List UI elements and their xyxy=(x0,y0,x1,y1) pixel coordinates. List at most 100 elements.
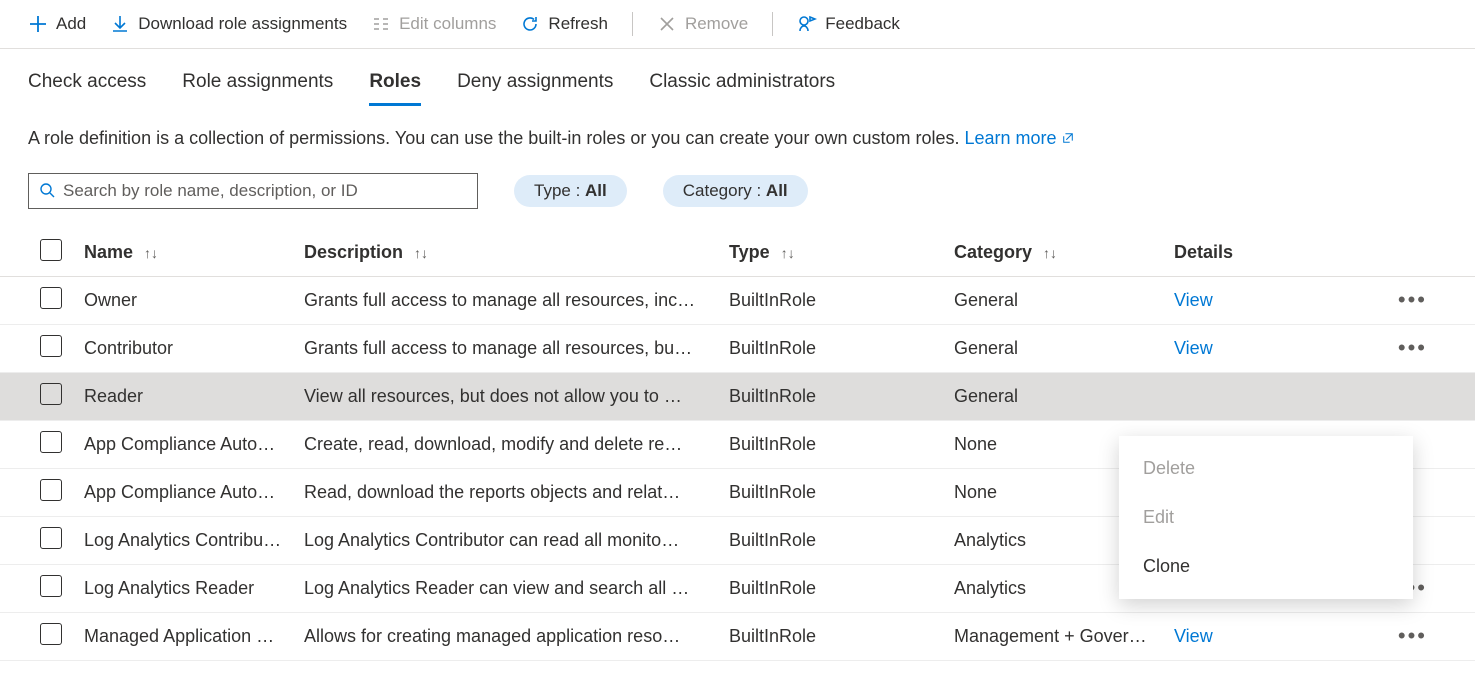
tab-role-assignments[interactable]: Role assignments xyxy=(182,71,333,106)
row-details: View xyxy=(1174,626,1374,647)
search-input[interactable] xyxy=(63,181,467,201)
filters-row: Type : All Category : All xyxy=(0,149,1475,229)
filter-category-label: Category : xyxy=(683,181,766,200)
header-details: Details xyxy=(1174,242,1374,263)
x-icon xyxy=(657,14,677,34)
tab-check-access[interactable]: Check access xyxy=(28,71,146,106)
select-all-checkbox[interactable] xyxy=(40,239,62,261)
edit-columns-button[interactable]: Edit columns xyxy=(371,14,496,34)
header-category[interactable]: Category ↑↓ xyxy=(954,242,1174,263)
context-menu: Delete Edit Clone xyxy=(1119,436,1413,599)
row-name: Owner xyxy=(84,290,304,311)
sort-icon: ↑↓ xyxy=(414,245,428,261)
plus-icon xyxy=(28,14,48,34)
remove-label: Remove xyxy=(685,14,748,34)
row-description: Grants full access to manage all resourc… xyxy=(304,338,729,359)
download-label: Download role assignments xyxy=(138,14,347,34)
tabs: Check access Role assignments Roles Deny… xyxy=(0,49,1475,106)
row-name: Log Analytics Contribu… xyxy=(84,530,304,551)
toolbar-separator xyxy=(632,12,633,36)
header-name[interactable]: Name ↑↓ xyxy=(84,242,304,263)
row-category: General xyxy=(954,386,1174,407)
menu-edit[interactable]: Edit xyxy=(1119,493,1413,542)
filter-type-pill[interactable]: Type : All xyxy=(514,175,627,207)
row-description: Log Analytics Contributor can read all m… xyxy=(304,530,729,551)
refresh-label: Refresh xyxy=(548,14,608,34)
row-checkbox[interactable] xyxy=(40,287,62,309)
view-link[interactable]: View xyxy=(1174,626,1213,646)
view-link[interactable]: View xyxy=(1174,338,1213,358)
toolbar-separator-2 xyxy=(772,12,773,36)
more-actions-icon[interactable]: ••• xyxy=(1398,335,1427,360)
search-icon xyxy=(39,182,55,201)
description-content: A role definition is a collection of per… xyxy=(28,128,965,148)
download-icon xyxy=(110,14,130,34)
remove-button[interactable]: Remove xyxy=(657,14,748,34)
row-checkbox[interactable] xyxy=(40,623,62,645)
row-checkbox[interactable] xyxy=(40,479,62,501)
row-category: Management + Gover… xyxy=(954,626,1174,647)
row-type: BuiltInRole xyxy=(729,290,954,311)
row-name: App Compliance Auto… xyxy=(84,434,304,455)
row-type: BuiltInRole xyxy=(729,530,954,551)
row-checkbox[interactable] xyxy=(40,527,62,549)
header-description[interactable]: Description ↑↓ xyxy=(304,242,729,263)
table-row[interactable]: Managed Application … Allows for creatin… xyxy=(0,613,1475,661)
table-row[interactable]: Owner Grants full access to manage all r… xyxy=(0,277,1475,325)
feedback-icon xyxy=(797,14,817,34)
row-details: View xyxy=(1174,338,1374,359)
table-row[interactable]: Reader View all resources, but does not … xyxy=(0,373,1475,421)
menu-delete[interactable]: Delete xyxy=(1119,444,1413,493)
filter-type-label: Type : xyxy=(534,181,585,200)
row-details: View xyxy=(1174,290,1374,311)
tab-classic-administrators[interactable]: Classic administrators xyxy=(649,71,835,106)
add-label: Add xyxy=(56,14,86,34)
external-link-icon xyxy=(1062,128,1076,142)
view-link[interactable]: View xyxy=(1174,290,1213,310)
learn-more-link[interactable]: Learn more xyxy=(965,128,1076,148)
row-name: Reader xyxy=(84,386,304,407)
row-name: App Compliance Auto… xyxy=(84,482,304,503)
row-name: Contributor xyxy=(84,338,304,359)
row-checkbox[interactable] xyxy=(40,575,62,597)
row-type: BuiltInRole xyxy=(729,626,954,647)
search-input-wrapper[interactable] xyxy=(28,173,478,209)
more-actions-icon[interactable]: ••• xyxy=(1398,287,1427,312)
filter-type-value: All xyxy=(585,181,607,200)
refresh-button[interactable]: Refresh xyxy=(520,14,608,34)
table-row[interactable]: Contributor Grants full access to manage… xyxy=(0,325,1475,373)
columns-icon xyxy=(371,14,391,34)
feedback-button[interactable]: Feedback xyxy=(797,14,900,34)
row-description: Read, download the reports objects and r… xyxy=(304,482,729,503)
filter-category-pill[interactable]: Category : All xyxy=(663,175,808,207)
row-name: Log Analytics Reader xyxy=(84,578,304,599)
row-category: General xyxy=(954,290,1174,311)
table-header: Name ↑↓ Description ↑↓ Type ↑↓ Category … xyxy=(0,229,1475,277)
refresh-icon xyxy=(520,14,540,34)
sort-icon: ↑↓ xyxy=(1043,245,1057,261)
header-type[interactable]: Type ↑↓ xyxy=(729,242,954,263)
sort-icon: ↑↓ xyxy=(781,245,795,261)
description-text: A role definition is a collection of per… xyxy=(0,106,1475,149)
feedback-label: Feedback xyxy=(825,14,900,34)
row-checkbox[interactable] xyxy=(40,383,62,405)
row-checkbox[interactable] xyxy=(40,335,62,357)
row-description: View all resources, but does not allow y… xyxy=(304,386,729,407)
row-type: BuiltInRole xyxy=(729,482,954,503)
row-type: BuiltInRole xyxy=(729,338,954,359)
tab-deny-assignments[interactable]: Deny assignments xyxy=(457,71,613,106)
download-button[interactable]: Download role assignments xyxy=(110,14,347,34)
row-description: Create, read, download, modify and delet… xyxy=(304,434,729,455)
row-description: Allows for creating managed application … xyxy=(304,626,729,647)
row-category: General xyxy=(954,338,1174,359)
row-description: Log Analytics Reader can view and search… xyxy=(304,578,729,599)
add-button[interactable]: Add xyxy=(28,14,86,34)
row-checkbox[interactable] xyxy=(40,431,62,453)
more-actions-icon[interactable]: ••• xyxy=(1398,623,1427,648)
row-type: BuiltInRole xyxy=(729,386,954,407)
tab-roles[interactable]: Roles xyxy=(369,71,421,106)
row-type: BuiltInRole xyxy=(729,434,954,455)
filter-category-value: All xyxy=(766,181,788,200)
sort-icon: ↑↓ xyxy=(144,245,158,261)
menu-clone[interactable]: Clone xyxy=(1119,542,1413,591)
